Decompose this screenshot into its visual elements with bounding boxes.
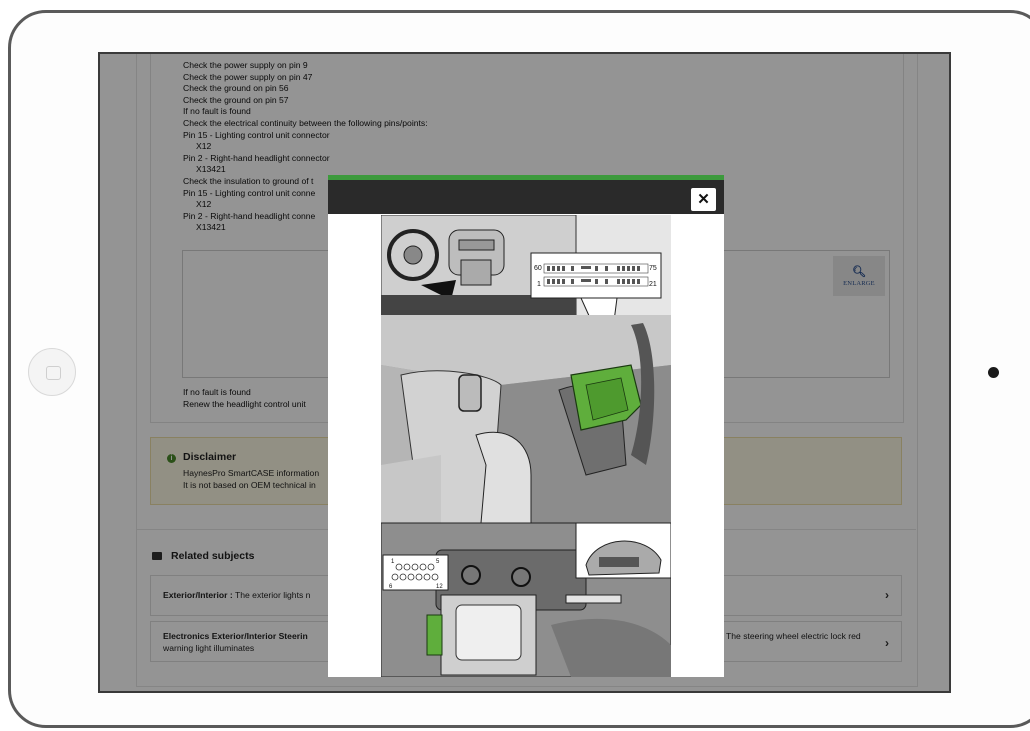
camera-icon xyxy=(988,367,999,378)
pin-label: 21 xyxy=(649,281,657,288)
pin-label: 1 xyxy=(537,281,541,288)
pin-label: 75 xyxy=(649,265,657,272)
home-button[interactable] xyxy=(28,348,76,396)
pin-label: 60 xyxy=(534,265,542,272)
image-modal: ✕ 60 75 1 21 1 5 6 12 xyxy=(328,175,724,677)
connector-location-diagram: 60 75 1 21 1 5 6 12 xyxy=(381,215,671,677)
close-button[interactable]: ✕ xyxy=(691,188,716,211)
pin-label: 12 xyxy=(436,584,443,590)
modal-header: ✕ xyxy=(328,180,724,214)
screen: Check the power supply on pin 9 Check th… xyxy=(98,52,951,693)
